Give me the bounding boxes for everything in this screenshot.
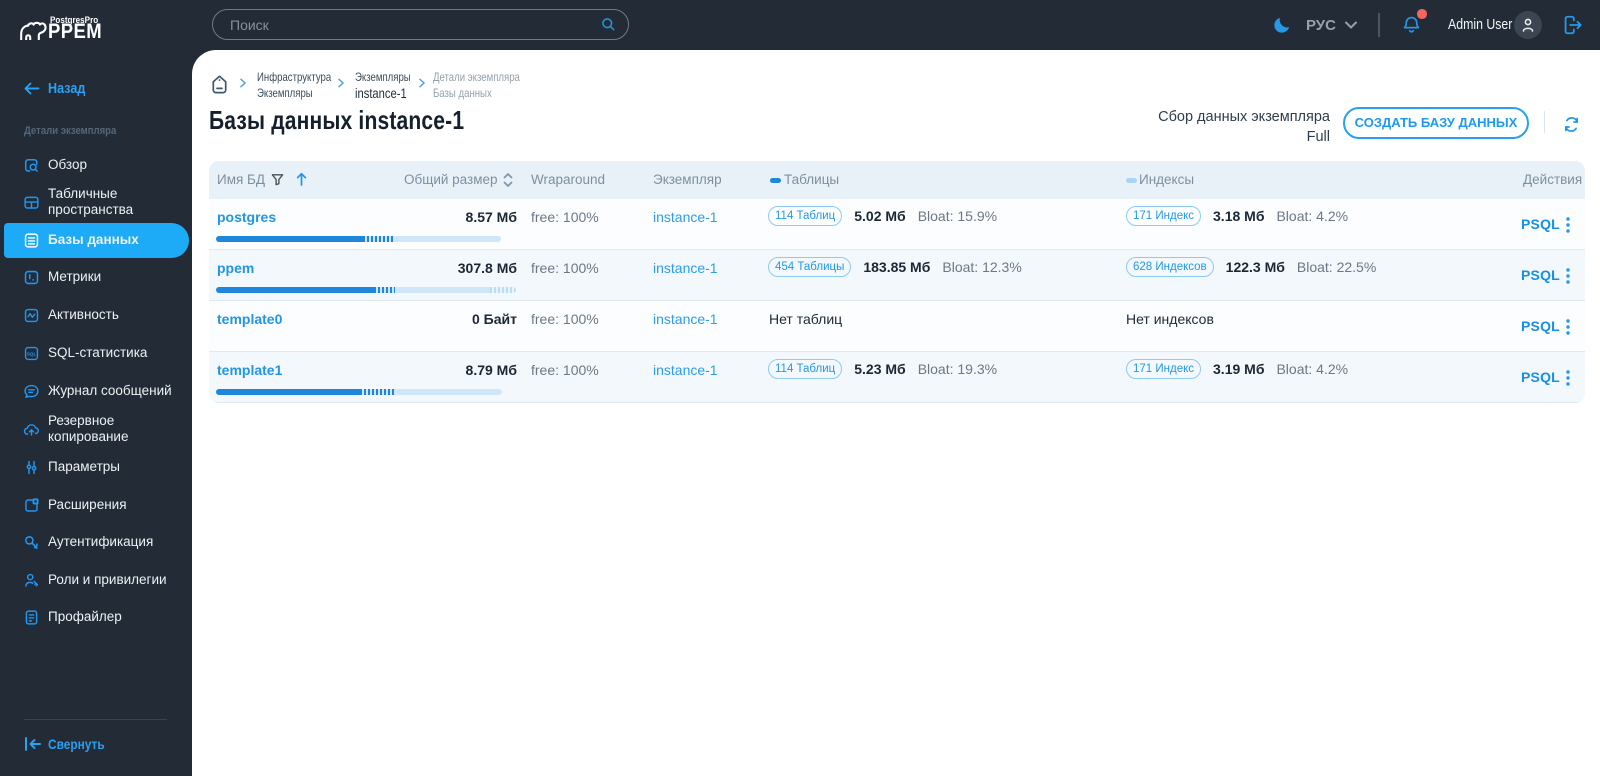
svg-text:SQL: SQL bbox=[27, 351, 37, 357]
